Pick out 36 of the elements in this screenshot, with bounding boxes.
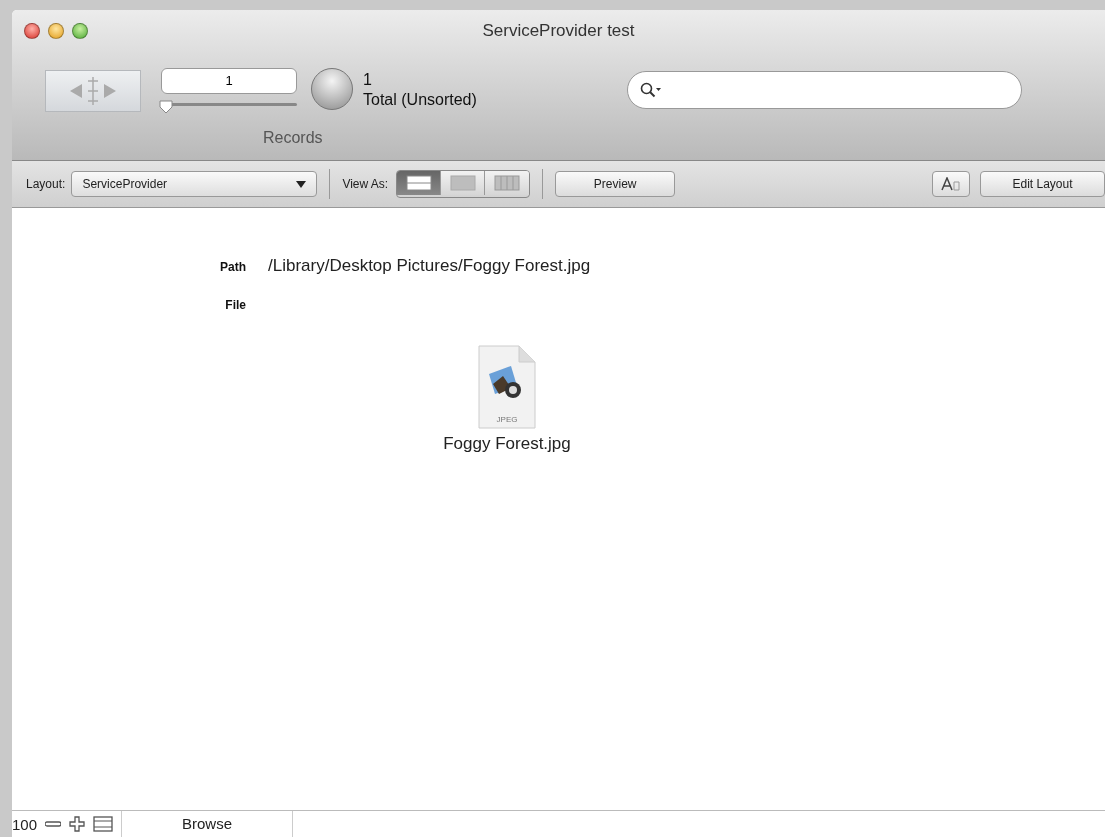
field-label: File (224, 298, 246, 312)
zoom-level: 100 (12, 815, 38, 833)
mode-label: Browse (121, 811, 294, 837)
jpeg-file-icon[interactable]: JPEG (475, 344, 539, 430)
found-count: 1 (363, 70, 373, 90)
layout-label: Layout: (26, 177, 66, 191)
edit-layout-button[interactable]: Edit Layout (980, 171, 1105, 197)
layout-dropdown[interactable]: ServiceProvider (71, 171, 318, 197)
search-icon (639, 82, 662, 98)
close-button[interactable] (24, 23, 40, 39)
zoom-in-icon[interactable] (69, 816, 86, 832)
file-name: Foggy Forest.jpg (443, 434, 571, 454)
font-size-icon (941, 177, 961, 191)
window-title: ServiceProvider test (482, 21, 635, 41)
total-label: Total (Unsorted) (363, 90, 477, 110)
zoom-out-icon[interactable] (45, 820, 62, 828)
view-as-label: View As: (342, 177, 389, 191)
field-label: Path (219, 260, 246, 274)
slider-thumb[interactable] (159, 100, 173, 114)
record-number-field[interactable]: 1 (161, 68, 297, 94)
minimize-button[interactable] (48, 23, 64, 39)
text-format-button[interactable] (932, 171, 970, 197)
view-as-segmented-control[interactable] (396, 170, 531, 198)
preview-button[interactable]: Preview (555, 171, 676, 197)
record-pie-chart-icon (311, 68, 353, 110)
status-area-icon[interactable] (93, 816, 114, 832)
search-field[interactable] (626, 71, 1022, 109)
records-label: Records (263, 128, 323, 148)
view-form-button[interactable] (397, 171, 442, 195)
table-view-icon (494, 175, 521, 191)
view-list-button[interactable] (441, 171, 486, 195)
dropdown-caret-icon (296, 180, 307, 188)
list-view-icon (449, 175, 476, 191)
form-view-icon (405, 175, 432, 191)
field-value[interactable]: /Library/Desktop Pictures/Foggy Forest.jpg (268, 256, 1105, 276)
zoom-button[interactable] (72, 23, 88, 39)
